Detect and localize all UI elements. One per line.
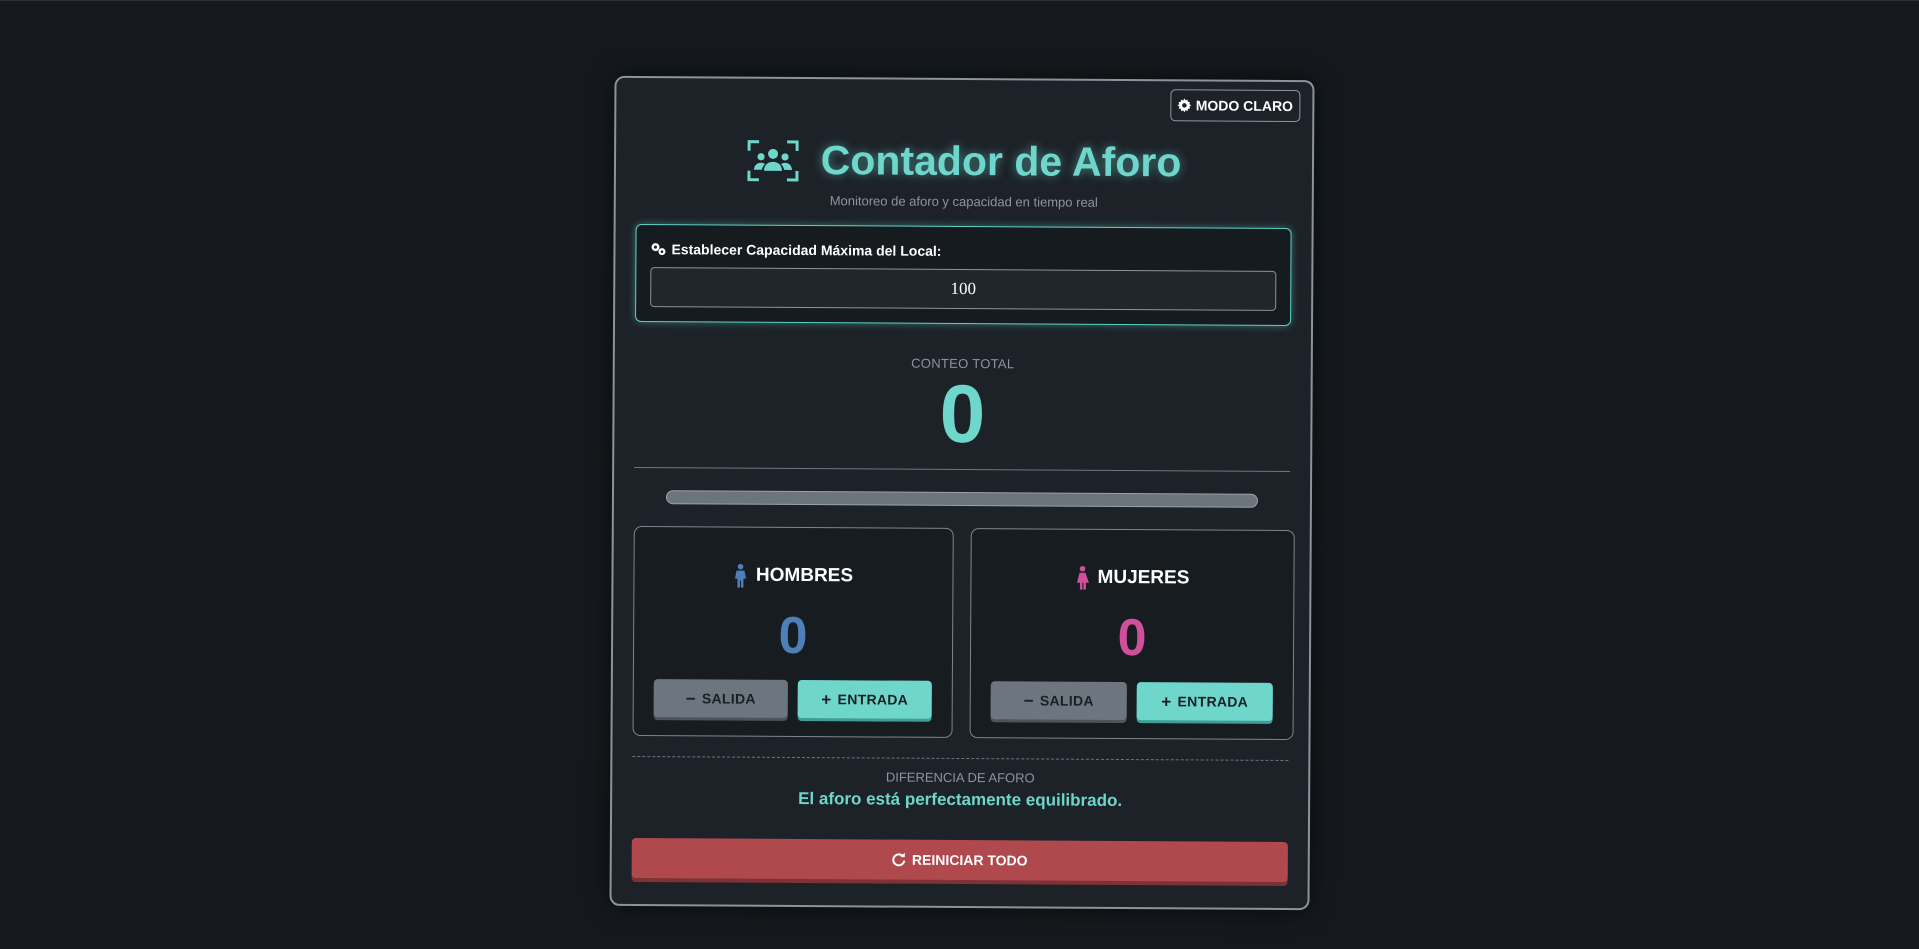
dashed-divider bbox=[632, 755, 1289, 761]
gear-icon bbox=[1177, 98, 1192, 113]
women-panel: MUJERES 0 − SALIDA + ENTRADA bbox=[969, 528, 1295, 741]
men-buttons: − SALIDA + ENTRADA bbox=[653, 679, 932, 719]
men-panel: HOMBRES 0 − SALIDA + ENTRADA bbox=[632, 525, 954, 738]
gears-icon bbox=[651, 243, 666, 256]
women-enter-button[interactable]: + ENTRADA bbox=[1136, 682, 1273, 721]
page-subtitle: Monitoreo de aforo y capacidad en tiempo… bbox=[829, 193, 1098, 210]
women-header: MUJERES bbox=[971, 565, 1293, 591]
men-header: HOMBRES bbox=[634, 563, 952, 589]
difference-message: El aforo está perfectamente equilibrado. bbox=[798, 789, 1123, 810]
theme-toggle-button[interactable]: MODO CLARO bbox=[1170, 89, 1301, 123]
top-border bbox=[0, 0, 1919, 1]
reset-all-button[interactable]: REINICIAR TODO bbox=[631, 837, 1288, 882]
redo-icon bbox=[892, 852, 906, 867]
men-enter-label: ENTRADA bbox=[837, 691, 909, 708]
women-exit-button[interactable]: − SALIDA bbox=[990, 681, 1127, 721]
minus-icon: − bbox=[685, 688, 696, 708]
men-exit-button[interactable]: − SALIDA bbox=[653, 679, 788, 718]
female-person-icon bbox=[1077, 565, 1090, 590]
women-enter-label: ENTRADA bbox=[1177, 693, 1249, 710]
counter-card: MODO CLARO Contador de Aforo Monitoreo d… bbox=[609, 75, 1315, 911]
women-exit-label: SALIDA bbox=[1039, 692, 1094, 709]
header: Contador de Aforo bbox=[616, 136, 1312, 187]
women-title: MUJERES bbox=[1097, 566, 1190, 589]
divider bbox=[634, 466, 1291, 473]
men-enter-button[interactable]: + ENTRADA bbox=[797, 680, 932, 719]
plus-icon: + bbox=[821, 689, 832, 709]
reset-label: REINICIAR TODO bbox=[911, 851, 1028, 869]
men-title: HOMBRES bbox=[755, 564, 854, 587]
difference-label: DIFERENCIA DE AFORO bbox=[885, 769, 1035, 786]
capacity-label-text: Establecer Capacidad Máxima del Local: bbox=[671, 241, 942, 259]
minus-icon: − bbox=[1023, 690, 1034, 710]
capacity-section: Establecer Capacidad Máxima del Local: bbox=[635, 224, 1292, 327]
total-count-value: 0 bbox=[939, 368, 986, 461]
women-buttons: − SALIDA + ENTRADA bbox=[990, 681, 1273, 721]
men-count: 0 bbox=[778, 606, 808, 666]
theme-toggle-label: MODO CLARO bbox=[1195, 97, 1294, 115]
women-count: 0 bbox=[1117, 608, 1147, 668]
men-exit-label: SALIDA bbox=[701, 690, 756, 707]
plus-icon: + bbox=[1161, 691, 1172, 711]
capacity-label: Establecer Capacidad Máxima del Local: bbox=[650, 241, 942, 259]
users-scan-icon bbox=[747, 139, 799, 181]
page-title: Contador de Aforo bbox=[820, 137, 1182, 186]
occupancy-progress-bar bbox=[665, 490, 1259, 508]
male-person-icon bbox=[735, 563, 747, 588]
capacity-input[interactable] bbox=[650, 267, 1277, 311]
